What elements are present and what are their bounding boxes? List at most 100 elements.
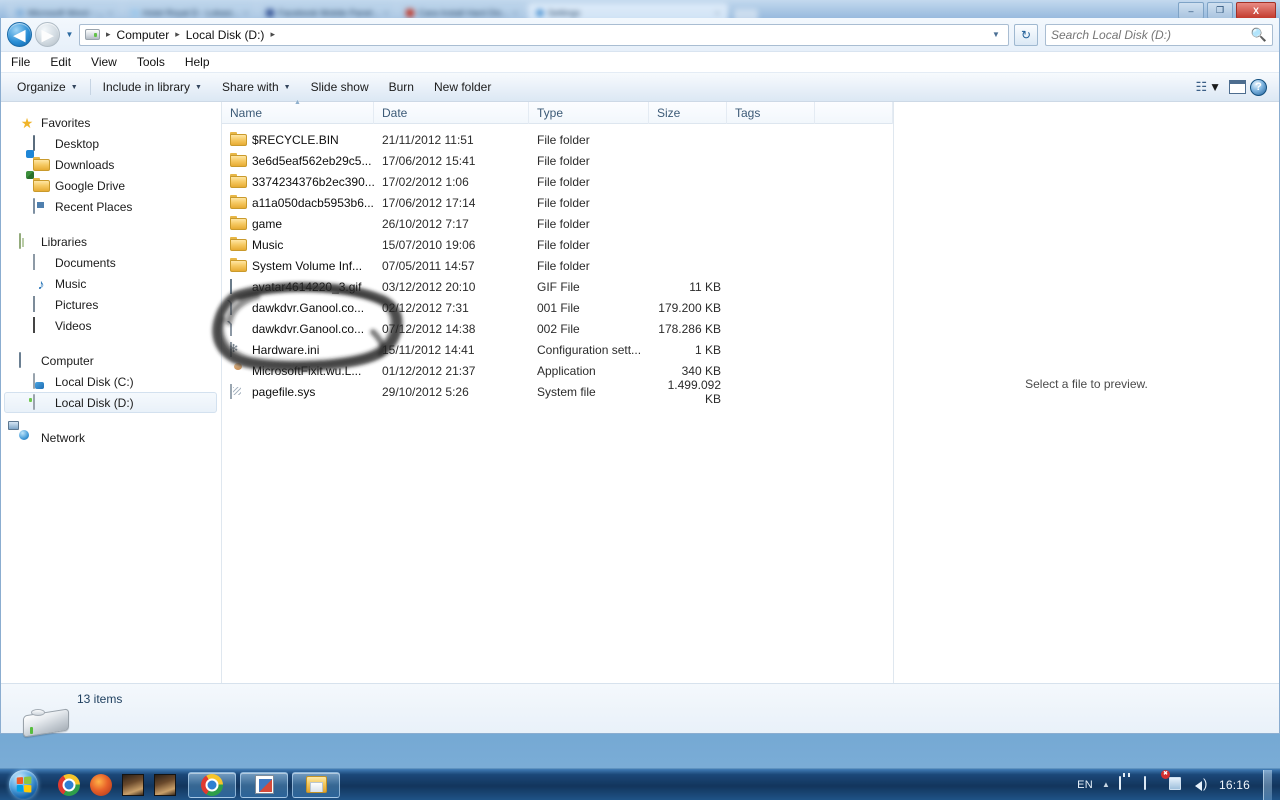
- table-row[interactable]: dawkdvr.Ganool.co... 07/12/2012 14:38 00…: [222, 318, 893, 339]
- chrome-icon[interactable]: [58, 773, 80, 796]
- file-name-cell[interactable]: MicrosoftFixit.wu.L...: [222, 363, 374, 379]
- table-row[interactable]: dawkdvr.Ganool.co... 02/12/2012 7:31 001…: [222, 297, 893, 318]
- sidebar-item-local-disk-d[interactable]: Local Disk (D:): [4, 392, 217, 413]
- close-icon[interactable]: ×: [244, 9, 249, 18]
- column-header-date[interactable]: Date: [374, 101, 529, 124]
- sidebar-group-network[interactable]: Network: [1, 427, 221, 448]
- forward-button[interactable]: ▶: [35, 22, 60, 47]
- column-header-size[interactable]: Size: [649, 101, 727, 124]
- file-name-cell[interactable]: Hardware.ini: [222, 341, 374, 358]
- menu-item-edit[interactable]: Edit: [50, 55, 71, 69]
- close-icon[interactable]: ×: [513, 9, 518, 18]
- sidebar-item-downloads[interactable]: Downloads: [1, 149, 221, 175]
- file-name-cell[interactable]: a11a050dacb5953b6...: [222, 195, 374, 211]
- search-input[interactable]: [1051, 27, 1251, 42]
- preview-pane-button[interactable]: [1229, 80, 1246, 94]
- breadcrumb[interactable]: ▸ Computer ▸ Local Disk (D:) ▸ ▼: [79, 23, 1009, 46]
- file-name-cell[interactable]: System Volume Inf...: [222, 258, 374, 274]
- help-icon[interactable]: ?: [1250, 78, 1267, 96]
- table-row[interactable]: Hardware.ini 15/11/2012 14:41 Configurat…: [222, 339, 893, 360]
- back-button[interactable]: ◀: [7, 22, 32, 47]
- command-separator: [89, 79, 91, 95]
- table-row[interactable]: $RECYCLE.BIN 21/11/2012 11:51 File folde…: [222, 129, 893, 150]
- table-row[interactable]: System Volume Inf... 07/05/2011 14:57 Fi…: [222, 255, 893, 276]
- menu-item-tools[interactable]: Tools: [137, 55, 165, 69]
- file-name-cell[interactable]: dawkdvr.Ganool.co...: [222, 320, 374, 337]
- burn-button[interactable]: Burn: [379, 76, 424, 98]
- table-row[interactable]: game 26/10/2012 7:17 File folder: [222, 213, 893, 234]
- sidebar-item-music[interactable]: ♪ Music: [1, 273, 221, 294]
- sidebar-group-libraries[interactable]: Libraries: [1, 231, 221, 252]
- history-dropdown-icon[interactable]: ▼: [63, 30, 76, 39]
- display-icon[interactable]: [1143, 776, 1160, 792]
- breadcrumb-item-local-disk-d[interactable]: Local Disk (D:): [183, 28, 268, 42]
- table-row[interactable]: avatar4614220_3.gif 03/12/2012 20:10 GIF…: [222, 276, 893, 297]
- close-icon[interactable]: ×: [384, 9, 389, 18]
- sidebar-item-local-disk-c[interactable]: Local Disk (C:): [1, 371, 221, 392]
- search-box[interactable]: 🔍: [1045, 23, 1273, 46]
- firefox-icon[interactable]: [90, 773, 112, 796]
- table-row[interactable]: MicrosoftFixit.wu.L... 01/12/2012 21:37 …: [222, 360, 893, 381]
- breadcrumb-item-computer[interactable]: Computer: [114, 28, 173, 42]
- clock[interactable]: 16:16: [1219, 778, 1250, 792]
- photo-thumbnail-icon[interactable]: [122, 773, 144, 796]
- file-name-cell[interactable]: pagefile.sys: [222, 383, 374, 400]
- sidebar-item-google-drive[interactable]: Google Drive: [1, 170, 221, 196]
- table-row[interactable]: pagefile.sys 29/10/2012 5:26 System file…: [222, 378, 893, 406]
- close-icon[interactable]: ×: [715, 9, 720, 18]
- menu-item-file[interactable]: File: [11, 55, 30, 69]
- minimize-button[interactable]: –: [1178, 2, 1204, 19]
- sidebar-item-documents[interactable]: Documents: [1, 252, 221, 273]
- show-desktop-button[interactable]: [1263, 769, 1272, 800]
- slide-show-button[interactable]: Slide show: [301, 76, 379, 98]
- change-view-button[interactable]: ☷ ▼: [1191, 79, 1225, 95]
- column-header-type[interactable]: Type: [529, 101, 649, 124]
- volume-icon[interactable]: [1194, 777, 1210, 792]
- organize-button[interactable]: Organize ▼: [7, 76, 88, 98]
- language-indicator[interactable]: EN: [1077, 779, 1093, 791]
- sidebar-group-computer[interactable]: Computer: [1, 350, 221, 371]
- column-header-tags[interactable]: Tags: [727, 101, 815, 124]
- start-button[interactable]: [0, 770, 46, 800]
- new-folder-button[interactable]: New folder: [424, 76, 501, 98]
- photo-thumbnail-icon[interactable]: [154, 773, 176, 796]
- taskbar-item-excel[interactable]: [240, 771, 288, 798]
- table-row[interactable]: 3e6d5eaf562eb29c5... 17/06/2012 15:41 Fi…: [222, 150, 893, 171]
- file-name-cell[interactable]: $RECYCLE.BIN: [222, 132, 374, 148]
- breadcrumb-dropdown-icon[interactable]: ▼: [988, 30, 1004, 39]
- file-name-cell[interactable]: game: [222, 216, 374, 232]
- include-in-library-button[interactable]: Include in library ▼: [93, 76, 212, 98]
- file-name-cell[interactable]: 3374234376b2ec390...: [222, 174, 374, 190]
- google-drive-folder-icon: [26, 170, 49, 194]
- taskbar-item-explorer[interactable]: [292, 771, 340, 798]
- file-name-cell[interactable]: Music: [222, 237, 374, 253]
- show-hidden-icons-button[interactable]: ▲: [1102, 780, 1110, 789]
- menu-item-help[interactable]: Help: [185, 55, 210, 69]
- column-header-name[interactable]: Name: [222, 101, 374, 124]
- file-name-cell[interactable]: dawkdvr.Ganool.co...: [222, 299, 374, 316]
- folder-icon: [230, 132, 246, 148]
- browser-tab-label: Settings: [547, 8, 581, 18]
- close-button[interactable]: X: [1236, 2, 1276, 19]
- restore-button[interactable]: ❐: [1207, 2, 1233, 19]
- refresh-button[interactable]: ↻: [1014, 23, 1038, 46]
- sidebar-item-recent-places[interactable]: Recent Places: [1, 196, 221, 217]
- sidebar-item-pictures[interactable]: Pictures: [1, 294, 221, 315]
- menu-item-view[interactable]: View: [91, 55, 117, 69]
- sidebar-item-desktop[interactable]: Desktop: [1, 133, 221, 154]
- table-row[interactable]: Music 15/07/2010 19:06 File folder: [222, 234, 893, 255]
- table-row[interactable]: 3374234376b2ec390... 17/02/2012 1:06 Fil…: [222, 171, 893, 192]
- share-with-button[interactable]: Share with ▼: [212, 76, 301, 98]
- taskbar-item-chrome[interactable]: [188, 771, 236, 798]
- table-row[interactable]: a11a050dacb5953b6... 17/06/2012 17:14 Fi…: [222, 192, 893, 213]
- quick-launch: [46, 773, 176, 796]
- close-icon[interactable]: ×: [108, 9, 113, 18]
- breadcrumb-separator[interactable]: ▸: [268, 29, 277, 40]
- file-name-cell[interactable]: 3e6d5eaf562eb29c5...: [222, 153, 374, 169]
- search-icon[interactable]: 🔍: [1251, 27, 1267, 43]
- sidebar-item-videos[interactable]: Videos: [1, 315, 221, 336]
- network-error-icon[interactable]: [1169, 777, 1185, 792]
- power-plug-icon[interactable]: [1118, 776, 1135, 792]
- sidebar-group-favorites[interactable]: ★ Favorites: [1, 112, 221, 133]
- file-name-cell[interactable]: avatar4614220_3.gif: [222, 278, 374, 295]
